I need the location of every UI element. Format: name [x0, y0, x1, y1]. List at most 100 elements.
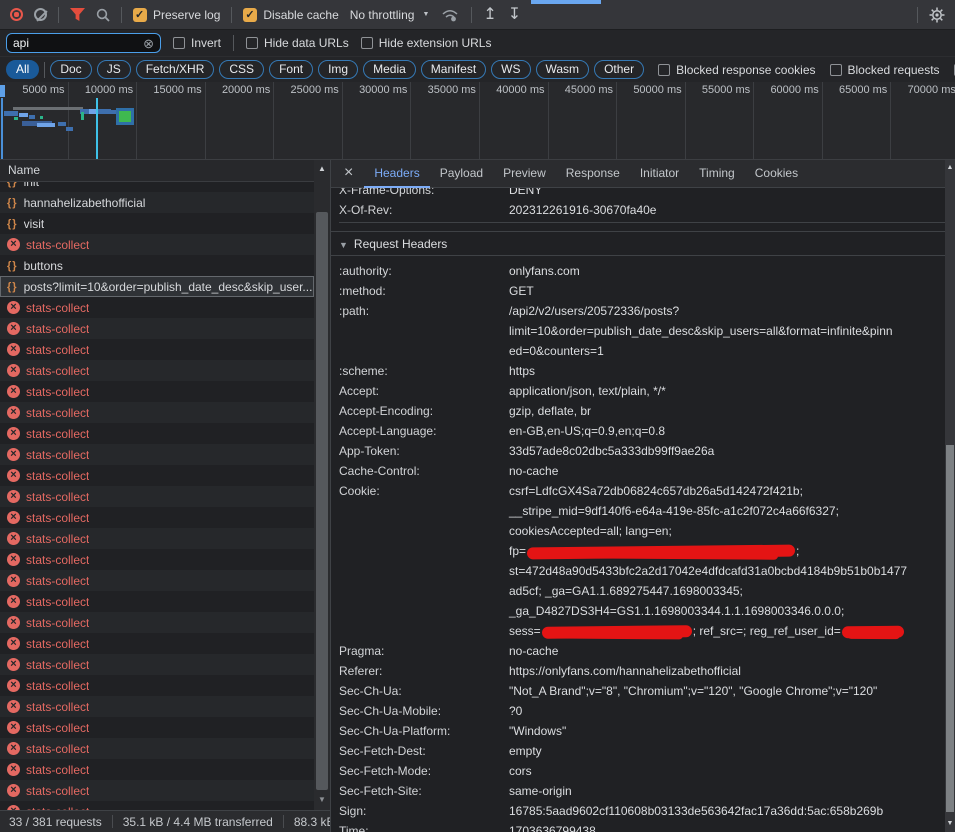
toolbar-divider — [58, 7, 59, 23]
tab-payload[interactable]: Payload — [430, 160, 493, 188]
type-filter-pill-other[interactable]: Other — [594, 60, 644, 79]
type-filter-pill-media[interactable]: Media — [363, 60, 416, 79]
pill-divider — [44, 62, 45, 78]
request-row-posts-limit-10-order-publish-d[interactable]: {}posts?limit=10&order=publish_date_desc… — [0, 276, 314, 297]
request-row-stats-collect[interactable]: stats-collect — [0, 801, 314, 810]
type-filter-pill-wasm[interactable]: Wasm — [536, 60, 590, 79]
hide-data-urls-toggle[interactable]: Hide data URLs — [246, 36, 349, 50]
close-icon[interactable]: × — [331, 164, 364, 184]
request-row-stats-collect[interactable]: stats-collect — [0, 654, 314, 675]
throttling-dropdown[interactable]: No throttling ▼ — [350, 8, 430, 22]
request-row-stats-collect[interactable]: stats-collect — [0, 591, 314, 612]
disable-cache-toggle[interactable]: Disable cache — [243, 8, 338, 22]
hide-extension-urls-checkbox[interactable] — [361, 37, 373, 49]
request-row-stats-collect[interactable]: stats-collect — [0, 402, 314, 423]
blocked-response-cookies-toggle[interactable]: Blocked response cookies — [658, 63, 815, 77]
type-filter-pill-js[interactable]: JS — [97, 60, 131, 79]
blocked-response-cookies-checkbox[interactable] — [658, 64, 670, 76]
request-row-buttons[interactable]: {}buttons — [0, 255, 314, 276]
scroll-down-icon[interactable]: ▼ — [314, 795, 330, 804]
request-row-stats-collect[interactable]: stats-collect — [0, 486, 314, 507]
tab-headers[interactable]: Headers — [364, 160, 429, 188]
header-value: cors — [509, 761, 945, 781]
type-filter-pill-css[interactable]: CSS — [219, 60, 264, 79]
request-name: stats-collect — [26, 763, 89, 777]
blocked-requests-checkbox[interactable] — [830, 64, 842, 76]
request-row-stats-collect[interactable]: stats-collect — [0, 381, 314, 402]
type-filter-pill-img[interactable]: Img — [318, 60, 358, 79]
type-filter-pill-all[interactable]: All — [6, 60, 39, 79]
request-row-stats-collect[interactable]: stats-collect — [0, 759, 314, 780]
error-icon — [7, 322, 20, 335]
waterfall-overview[interactable]: 5000 ms10000 ms15000 ms20000 ms25000 ms3… — [0, 82, 955, 160]
request-row-stats-collect[interactable]: stats-collect — [0, 675, 314, 696]
tab-initiator[interactable]: Initiator — [630, 160, 689, 188]
header-row: Referer:https://onlyfans.com/hannaheliza… — [339, 661, 945, 681]
hide-data-urls-checkbox[interactable] — [246, 37, 258, 49]
blocked-requests-label: Blocked requests — [848, 63, 940, 77]
request-row-stats-collect[interactable]: stats-collect — [0, 780, 314, 801]
request-row-stats-collect[interactable]: stats-collect — [0, 738, 314, 759]
search-icon[interactable] — [96, 8, 110, 22]
filter-icon[interactable] — [70, 8, 85, 21]
scroll-down-icon[interactable]: ▼ — [945, 820, 955, 827]
tab-cookies[interactable]: Cookies — [745, 160, 808, 188]
request-row-stats-collect[interactable]: stats-collect — [0, 360, 314, 381]
request-row-stats-collect[interactable]: stats-collect — [0, 528, 314, 549]
request-row-stats-collect[interactable]: stats-collect — [0, 612, 314, 633]
request-row-stats-collect[interactable]: stats-collect — [0, 444, 314, 465]
overview-bar — [19, 113, 28, 117]
preserve-log-toggle[interactable]: Preserve log — [133, 8, 220, 22]
type-filter-pill-fetch-xhr[interactable]: Fetch/XHR — [136, 60, 215, 79]
request-row-stats-collect[interactable]: stats-collect — [0, 696, 314, 717]
request-row-init[interactable]: {}init — [0, 182, 314, 192]
request-row-hannahelizabethofficial[interactable]: {}hannahelizabethofficial — [0, 192, 314, 213]
request-row-stats-collect[interactable]: stats-collect — [0, 318, 314, 339]
filter-input[interactable]: api ⊗ — [6, 33, 161, 53]
request-row-stats-collect[interactable]: stats-collect — [0, 297, 314, 318]
type-filter-pill-manifest[interactable]: Manifest — [421, 60, 486, 79]
invert-toggle[interactable]: Invert — [173, 36, 221, 50]
request-row-stats-collect[interactable]: stats-collect — [0, 507, 314, 528]
request-row-stats-collect[interactable]: stats-collect — [0, 339, 314, 360]
request-name: stats-collect — [26, 385, 89, 399]
type-filter-pill-ws[interactable]: WS — [491, 60, 530, 79]
header-value: 33d57ade8c02dbc5a333db99ff9ae26a — [509, 441, 945, 461]
request-headers-section[interactable]: ▼Request Headers — [331, 231, 945, 256]
request-name: visit — [24, 217, 45, 231]
request-row-stats-collect[interactable]: stats-collect — [0, 423, 314, 444]
export-har-icon[interactable]: ↧ — [508, 7, 521, 23]
header-value: 202312261916-30670fa40e — [509, 200, 945, 220]
type-filter-pill-font[interactable]: Font — [269, 60, 313, 79]
request-row-visit[interactable]: {}visit — [0, 213, 314, 234]
requests-scrollbar[interactable]: ▲ ▼ — [314, 160, 330, 810]
request-row-stats-collect[interactable]: stats-collect — [0, 549, 314, 570]
scrollbar-thumb[interactable] — [316, 212, 328, 790]
import-har-icon[interactable]: ↥ — [483, 7, 496, 23]
request-row-stats-collect[interactable]: stats-collect — [0, 633, 314, 654]
tab-response[interactable]: Response — [556, 160, 630, 188]
clear-button[interactable] — [34, 8, 47, 21]
request-row-stats-collect[interactable]: stats-collect — [0, 234, 314, 255]
scroll-up-icon[interactable]: ▲ — [314, 164, 330, 173]
request-row-stats-collect[interactable]: stats-collect — [0, 717, 314, 738]
tab-preview[interactable]: Preview — [493, 160, 556, 188]
hide-extension-urls-toggle[interactable]: Hide extension URLs — [361, 36, 492, 50]
error-icon — [7, 784, 20, 797]
disable-cache-checkbox[interactable] — [243, 8, 257, 22]
gear-icon[interactable] — [929, 7, 945, 23]
record-button[interactable] — [10, 8, 23, 21]
clear-filter-icon[interactable]: ⊗ — [143, 37, 154, 50]
preserve-log-checkbox[interactable] — [133, 8, 147, 22]
network-conditions-icon[interactable] — [440, 7, 460, 22]
blocked-requests-toggle[interactable]: Blocked requests — [830, 63, 940, 77]
scroll-up-icon[interactable]: ▲ — [945, 164, 955, 171]
scrollbar-thumb[interactable] — [946, 445, 954, 812]
details-scrollbar[interactable]: ▲ ▼ — [945, 160, 955, 832]
type-filter-pill-doc[interactable]: Doc — [50, 60, 91, 79]
tab-timing[interactable]: Timing — [689, 160, 745, 188]
name-column-header[interactable]: Name — [0, 160, 330, 182]
request-row-stats-collect[interactable]: stats-collect — [0, 570, 314, 591]
invert-checkbox[interactable] — [173, 37, 185, 49]
request-row-stats-collect[interactable]: stats-collect — [0, 465, 314, 486]
